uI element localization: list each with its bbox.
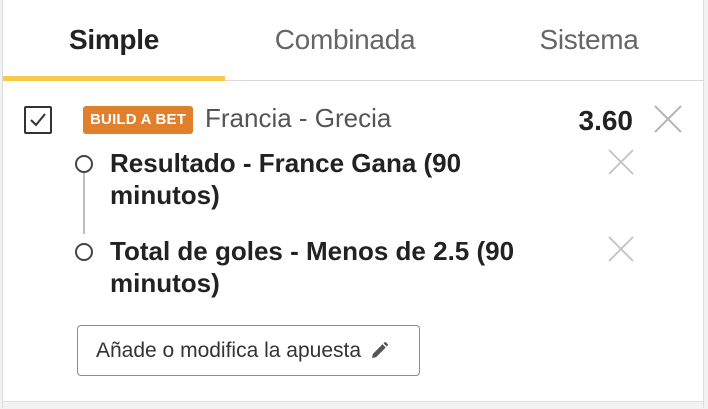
pencil-icon xyxy=(369,341,389,361)
selection-connector-line xyxy=(83,164,85,234)
match-name: Francia - Grecia xyxy=(205,103,392,133)
selection-dot xyxy=(75,243,93,261)
bet-select-checkbox[interactable] xyxy=(24,106,52,134)
selection-dot xyxy=(75,155,93,173)
selection-item: Total de goles - Menos de 2.5 (90 minuto… xyxy=(110,236,515,298)
tab-simple-label: Simple xyxy=(68,24,159,55)
tab-sistema-label: Sistema xyxy=(539,24,639,55)
tab-combinada-label: Combinada xyxy=(274,24,416,55)
build-a-bet-badge: BUILD A BET xyxy=(83,106,194,134)
tab-simple[interactable]: Simple xyxy=(3,0,225,80)
bet-type-tabs: Simple Combinada Sistema xyxy=(3,0,703,81)
remove-selection-button[interactable] xyxy=(607,148,635,176)
modify-bet-button[interactable]: Añade o modifica la apuesta xyxy=(77,325,420,376)
betslip-panel: Simple Combinada Sistema BUILD A BET Fra… xyxy=(2,0,704,409)
tab-combinada[interactable]: Combinada xyxy=(225,0,465,80)
close-icon xyxy=(608,149,634,175)
remove-bet-button[interactable] xyxy=(653,104,683,134)
close-icon xyxy=(654,105,682,133)
selection-item: Resultado - France Gana (90 minutos) xyxy=(110,148,462,210)
bet-odds: 3.60 xyxy=(578,105,634,136)
close-icon xyxy=(608,236,634,262)
remove-selection-button[interactable] xyxy=(607,235,635,263)
checkmark-icon xyxy=(30,113,46,127)
active-tab-indicator xyxy=(3,76,225,81)
modify-bet-label: Añade o modifica la apuesta xyxy=(96,338,362,362)
tab-sistema[interactable]: Sistema xyxy=(465,0,703,80)
